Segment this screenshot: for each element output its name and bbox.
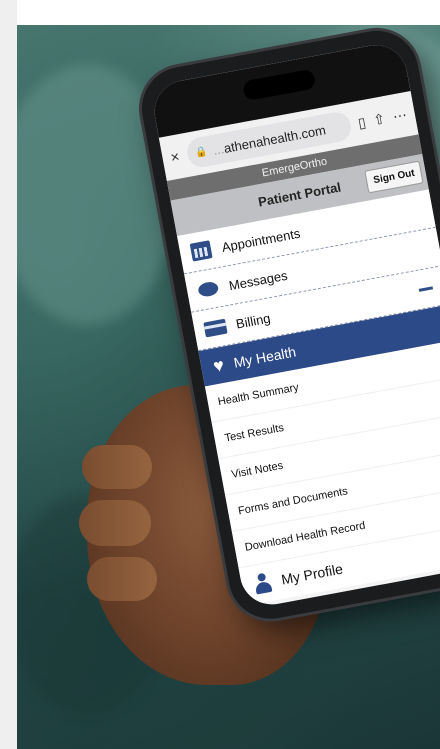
menu-item-label: Appointments <box>220 225 302 255</box>
chat-bubble-icon <box>196 278 221 300</box>
dynamic-island <box>241 68 317 102</box>
finger <box>82 445 152 489</box>
menu-item-label: My Profile <box>279 560 345 588</box>
more-icon[interactable]: ⋯ <box>391 106 408 125</box>
collapse-icon[interactable] <box>418 285 433 292</box>
calendar-icon <box>189 240 214 262</box>
url-text: ...athenahealth.com <box>212 122 327 158</box>
finger <box>87 557 157 601</box>
menu-item-label: Billing <box>234 310 272 332</box>
share-icon[interactable]: ⇧ <box>372 110 387 129</box>
list-item-label: Visit Notes <box>230 459 285 482</box>
close-icon[interactable]: × <box>169 148 181 166</box>
bookmark-icon[interactable]: ▯ <box>357 113 368 131</box>
lock-icon: 🔒 <box>194 145 209 159</box>
heart-icon: ♥ <box>211 354 226 377</box>
url-domain: athenahealth.com <box>222 121 327 156</box>
sign-out-button[interactable]: Sign Out <box>364 160 424 194</box>
photo-background: × 🔒 ...athenahealth.com ▯ ⇧ ⋯ EmergeOrth… <box>17 25 440 749</box>
menu-item-label: My Health <box>232 343 298 371</box>
menu-item-label: Messages <box>227 267 289 293</box>
list-item-label: Health Summary <box>216 381 300 409</box>
list-item-label: Test Results <box>223 421 285 445</box>
finger <box>79 500 151 546</box>
page-margin <box>0 0 17 749</box>
credit-card-icon <box>203 317 228 339</box>
person-icon <box>252 572 273 595</box>
